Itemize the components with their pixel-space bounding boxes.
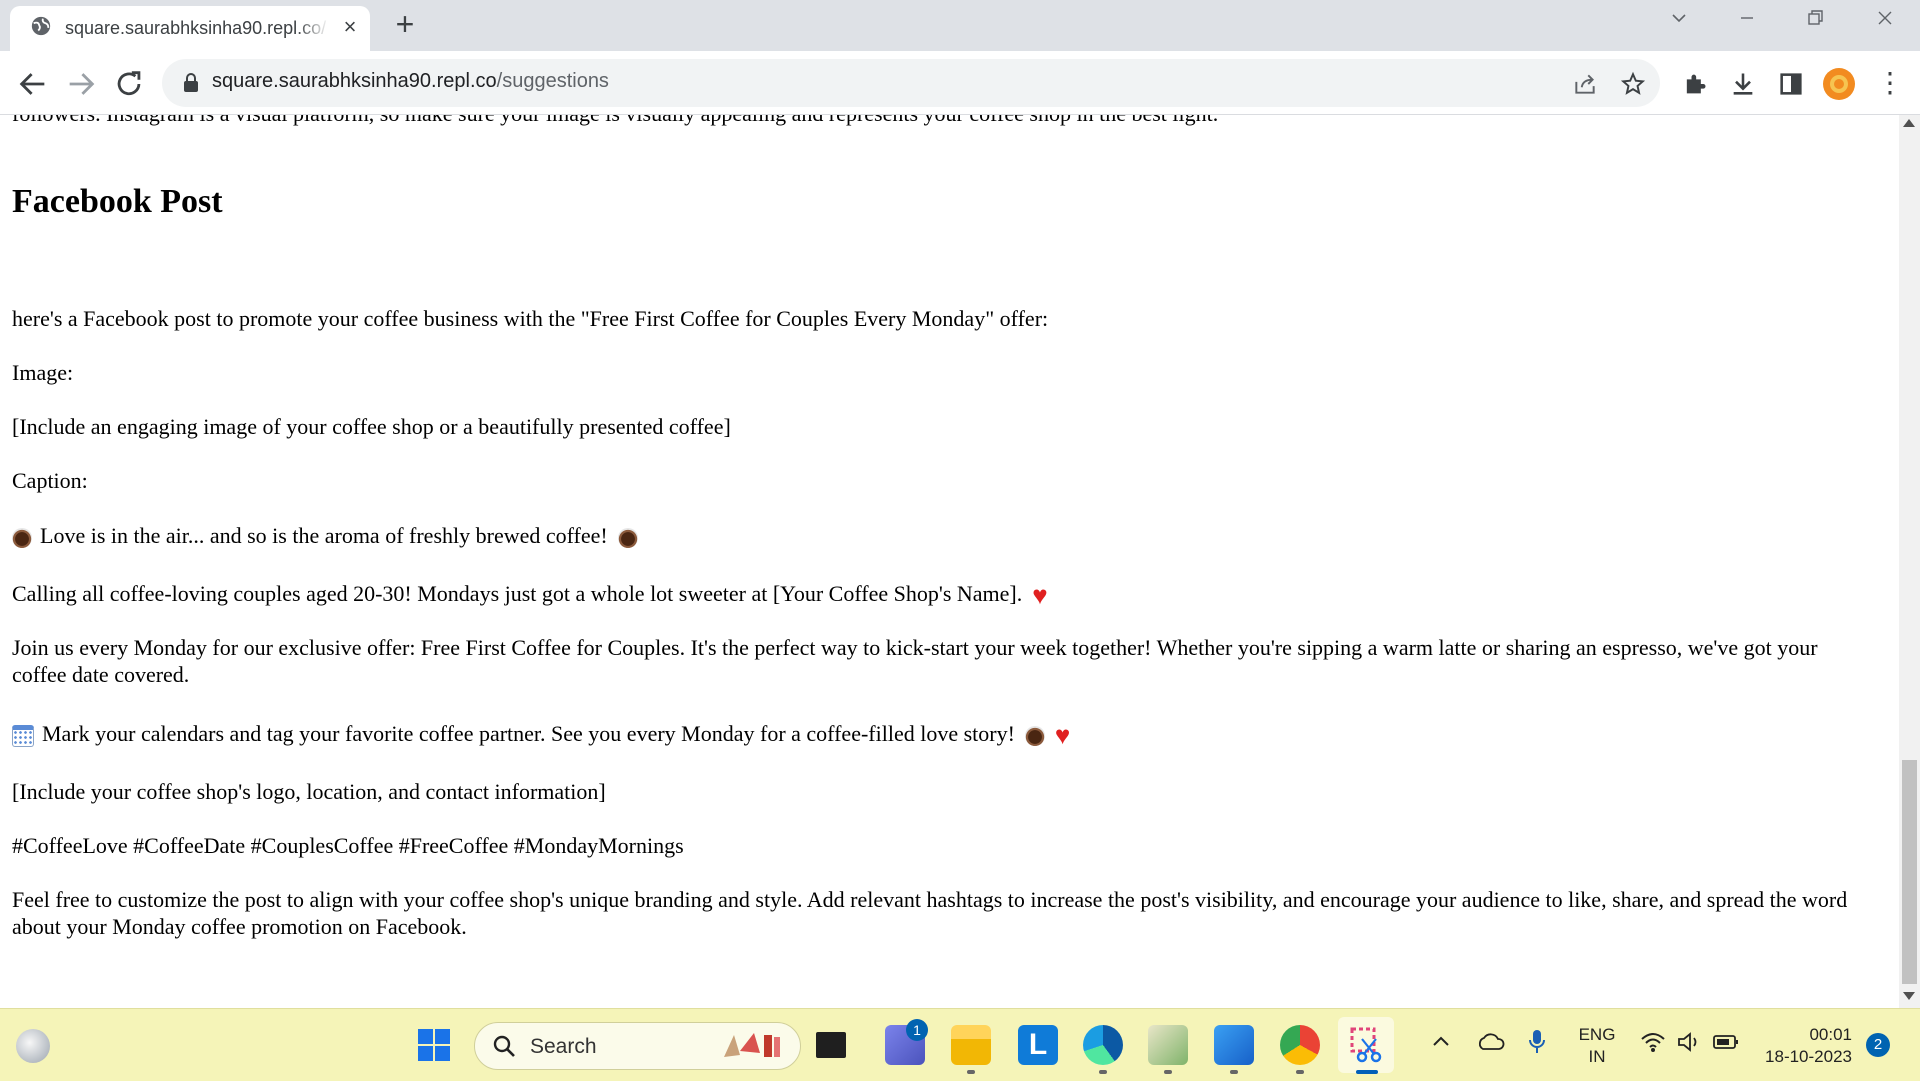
chevron-up-icon[interactable] <box>1430 1031 1452 1053</box>
back-arrow-icon[interactable] <box>16 67 50 101</box>
address-bar[interactable]: square.saurabhksinha90.repl.co/suggestio… <box>162 59 1660 107</box>
calendar-icon <box>12 724 34 747</box>
photos-app-icon[interactable] <box>1214 1025 1254 1065</box>
chrome-browser-icon[interactable] <box>1280 1025 1320 1065</box>
tab-search-chevron-icon[interactable] <box>1662 8 1696 38</box>
search-icon <box>493 1035 515 1057</box>
section-heading: Facebook Post <box>12 183 223 220</box>
tab-close-icon[interactable]: × <box>340 16 360 38</box>
heart-icon: ♥ <box>1032 580 1048 610</box>
windows-start-icon[interactable] <box>417 1028 451 1062</box>
running-indicator <box>1099 1070 1107 1074</box>
extensions-puzzle-icon[interactable] <box>1681 70 1709 98</box>
microphone-icon[interactable] <box>1526 1028 1548 1056</box>
bookmark-star-icon[interactable] <box>1620 71 1646 97</box>
clock-time: 00:01 <box>1809 1025 1852 1044</box>
active-app-indicator <box>1356 1070 1378 1074</box>
weather-widget-icon[interactable] <box>16 1029 50 1063</box>
notepad-app-icon[interactable] <box>1148 1025 1188 1065</box>
url-text: square.saurabhksinha90.repl.co/suggestio… <box>212 70 609 93</box>
battery-icon[interactable] <box>1712 1031 1740 1053</box>
browser-tab-strip: square.saurabhksinha90.repl.co/ × + <box>0 0 1920 51</box>
search-label: Search <box>530 1035 597 1058</box>
heart-icon: ♥ <box>1054 720 1071 750</box>
globe-icon <box>31 16 51 36</box>
language-indicator[interactable]: ENG IN <box>1575 1024 1619 1068</box>
running-indicator <box>967 1070 975 1074</box>
tab-title: square.saurabhksinha90.repl.co/ <box>65 18 327 38</box>
volume-icon[interactable] <box>1676 1031 1702 1053</box>
mark-text: Mark your calendars and tag your favorit… <box>42 721 1015 746</box>
share-icon[interactable] <box>1572 71 1598 97</box>
browser-toolbar: square.saurabhksinha90.repl.co/suggestio… <box>0 51 1920 115</box>
close-window-icon[interactable] <box>1868 8 1902 38</box>
logo-note: [Include your coffee shop's logo, locati… <box>12 779 606 804</box>
closing-paragraph: Feel free to customize the post to align… <box>12 887 1848 939</box>
file-explorer-icon[interactable] <box>951 1025 991 1065</box>
intro-paragraph: here's a Facebook post to promote your c… <box>12 306 1049 331</box>
running-indicator <box>1230 1070 1238 1074</box>
notification-badge[interactable]: 2 <box>1866 1033 1890 1057</box>
image-note: [Include an engaging image of your coffe… <box>12 414 731 439</box>
minimize-icon[interactable] <box>1730 8 1764 38</box>
teams-notification-badge: 1 <box>906 1019 928 1041</box>
vertical-scrollbar[interactable] <box>1899 115 1920 1008</box>
clock-date: 18-10-2023 <box>1765 1047 1852 1066</box>
clipped-paragraph: followers. Instagram is a visual platfor… <box>12 115 1218 127</box>
lock-icon[interactable] <box>182 72 200 94</box>
download-icon[interactable] <box>1729 70 1757 98</box>
browser-tab[interactable]: square.saurabhksinha90.repl.co/ × <box>10 6 370 51</box>
region-code: IN <box>1588 1047 1606 1066</box>
coffee-cup-icon <box>12 527 32 548</box>
scrollbar-thumb[interactable] <box>1902 760 1917 984</box>
taskbar-search-box[interactable]: Search <box>474 1022 801 1070</box>
search-highlight-icon <box>724 1033 780 1057</box>
running-indicator <box>1164 1070 1172 1074</box>
scroll-up-arrow-icon[interactable] <box>1903 119 1915 127</box>
hashtags: #CoffeeLove #CoffeeDate #CouplesCoffee #… <box>12 833 684 858</box>
new-tab-icon[interactable]: + <box>390 8 420 40</box>
mark-paragraph: Mark your calendars and tag your favorit… <box>12 720 1872 750</box>
coffee-cup-icon <box>617 527 638 548</box>
page-content: followers. Instagram is a visual platfor… <box>0 115 1899 1008</box>
caption-line: Love is in the air... and so is the arom… <box>12 522 1872 549</box>
url-path: /suggestions <box>496 70 609 92</box>
snipping-tool-icon[interactable] <box>1346 1025 1386 1065</box>
profile-avatar[interactable] <box>1823 68 1855 100</box>
launcher-l-icon[interactable]: L <box>1018 1025 1058 1065</box>
restore-icon[interactable] <box>1798 8 1832 38</box>
side-panel-icon[interactable] <box>1777 70 1805 98</box>
join-paragraph: Join us every Monday for our exclusive o… <box>12 635 1818 687</box>
wifi-icon[interactable] <box>1640 1031 1666 1053</box>
image-label: Image: <box>12 360 74 385</box>
coffee-cup-icon <box>1024 725 1045 746</box>
onedrive-cloud-icon[interactable] <box>1476 1031 1506 1053</box>
more-menu-icon[interactable]: ⋮ <box>1876 67 1904 101</box>
edge-browser-icon[interactable] <box>1083 1025 1123 1065</box>
calling-text: Calling all coffee-loving couples aged 2… <box>12 581 1023 606</box>
forward-arrow-icon[interactable] <box>64 67 98 101</box>
caption-label: Caption: <box>12 468 88 493</box>
taskbar: Search 1 L ENG IN 00:01 18-10-2023 2 <box>0 1008 1920 1081</box>
caption-text: Love is in the air... and so is the arom… <box>40 523 608 548</box>
calling-paragraph: Calling all coffee-loving couples aged 2… <box>12 580 1872 610</box>
language-code: ENG <box>1578 1025 1616 1044</box>
url-host: square.saurabhksinha90.repl.co <box>212 70 497 92</box>
system-clock[interactable]: 00:01 18-10-2023 <box>1752 1024 1852 1068</box>
reload-icon[interactable] <box>112 67 146 101</box>
running-indicator <box>1296 1070 1304 1074</box>
task-view-icon[interactable] <box>816 1032 846 1058</box>
scroll-down-arrow-icon[interactable] <box>1903 992 1915 1000</box>
